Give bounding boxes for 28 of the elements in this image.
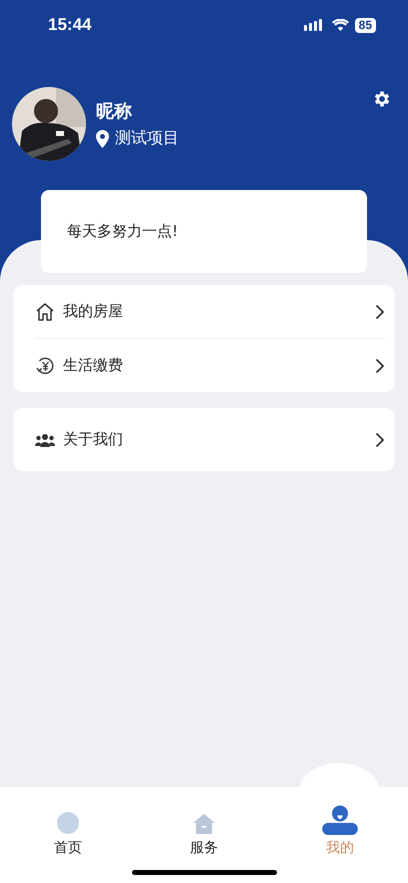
wifi-icon <box>332 19 349 31</box>
battery-indicator: 85 <box>354 18 376 32</box>
status-time: 15:44 <box>48 15 92 35</box>
chevron-right-icon <box>375 304 385 320</box>
menu-item[interactable]: 生活缴费 <box>35 339 385 392</box>
location-pin-icon <box>96 130 109 148</box>
chevron-right-icon <box>375 358 385 374</box>
tab-label: 我的 <box>326 839 354 857</box>
menu-label: 生活缴费 <box>63 356 124 375</box>
settings-icon[interactable] <box>372 89 392 109</box>
menu-label: 我的房屋 <box>63 302 124 321</box>
project-name: 测试项目 <box>115 128 179 149</box>
tab[interactable]: 服务 <box>136 805 272 857</box>
house-icon <box>35 302 55 322</box>
circle-logo-icon <box>56 811 80 835</box>
tab-label: 首页 <box>54 839 82 857</box>
chevron-right-icon <box>375 432 385 448</box>
yuan-refresh-icon <box>35 356 55 376</box>
tab[interactable]: 首页 <box>0 805 136 857</box>
house-icon <box>192 813 216 835</box>
motto-text: 每天多努力一点! <box>67 222 178 241</box>
menu-item[interactable]: 我的房屋 <box>35 285 385 338</box>
tab-label: 服务 <box>190 839 218 857</box>
menu-label: 关于我们 <box>63 430 124 449</box>
menu-item[interactable]: 关于我们 <box>35 408 385 471</box>
people-icon <box>35 432 55 446</box>
person-icon <box>320 805 360 835</box>
nickname: 昵称 <box>96 100 133 123</box>
